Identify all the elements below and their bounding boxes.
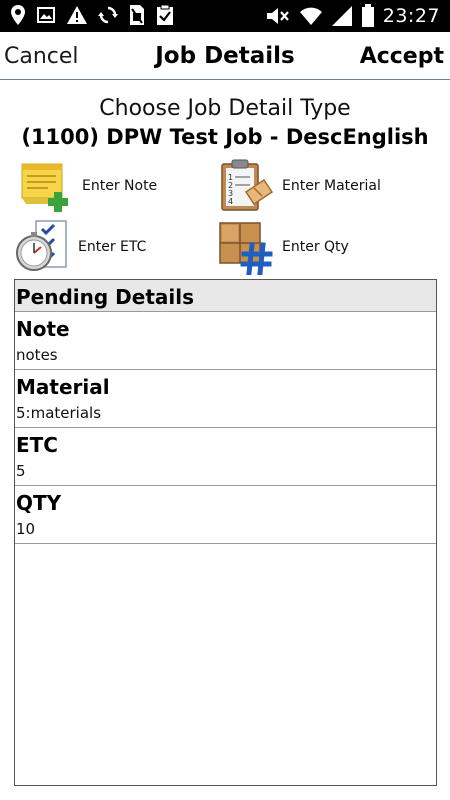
enter-material-label: Enter Material <box>282 178 381 194</box>
detail-value: 5 <box>16 462 26 480</box>
enter-etc-label: Enter ETC <box>78 239 147 255</box>
accept-button[interactable]: Accept <box>360 44 444 69</box>
clipboard-check-icon <box>156 4 174 26</box>
image-icon <box>36 5 56 25</box>
pending-item-etc[interactable]: ETC 5 <box>15 428 436 486</box>
enter-etc-button[interactable]: Enter ETC <box>14 219 146 275</box>
clock-time: 23:27 <box>382 5 440 27</box>
detail-title: Note <box>16 317 70 341</box>
pending-item-material[interactable]: Material 5:materials <box>15 370 436 428</box>
sync-icon <box>98 5 118 25</box>
pending-item-note[interactable]: Note notes <box>15 312 436 370</box>
stopwatch-checklist-icon <box>14 219 70 275</box>
location-icon <box>10 4 26 26</box>
detail-title: QTY <box>16 491 62 515</box>
status-bar: 23:27 <box>0 0 450 32</box>
detail-value: 10 <box>16 520 36 538</box>
choose-type-heading: Choose Job Detail Type <box>99 96 351 121</box>
enter-qty-button[interactable]: Enter Qty <box>218 219 349 276</box>
enter-note-label: Enter Note <box>82 178 158 194</box>
detail-title: Material <box>16 375 110 399</box>
box-hash-icon <box>218 219 274 276</box>
job-name: (1100) DPW Test Job - DescEnglish <box>21 125 429 149</box>
sim-off-icon <box>128 4 146 26</box>
enter-qty-label: Enter Qty <box>282 239 349 255</box>
pending-item-qty[interactable]: QTY 10 <box>15 486 436 544</box>
detail-value: notes <box>16 346 58 364</box>
warning-icon <box>66 5 88 25</box>
enter-note-button[interactable]: Enter Note <box>18 158 157 214</box>
enter-material-button[interactable]: 1 2 3 4 Enter Material <box>218 158 381 214</box>
detail-title: ETC <box>16 433 58 457</box>
battery-icon <box>361 4 375 28</box>
detail-value: 5:materials <box>16 404 102 422</box>
nav-bar: Cancel Job Details Accept <box>0 32 450 80</box>
mute-icon <box>265 5 291 27</box>
clipboard-material-icon: 1 2 3 4 <box>218 158 274 214</box>
pending-details-panel: Pending Details Note notes Material 5:ma… <box>14 279 437 786</box>
note-add-icon <box>18 158 74 214</box>
svg-text:4: 4 <box>228 197 233 206</box>
pending-details-header: Pending Details <box>15 280 436 312</box>
wifi-icon <box>299 5 323 27</box>
signal-icon <box>331 5 353 27</box>
